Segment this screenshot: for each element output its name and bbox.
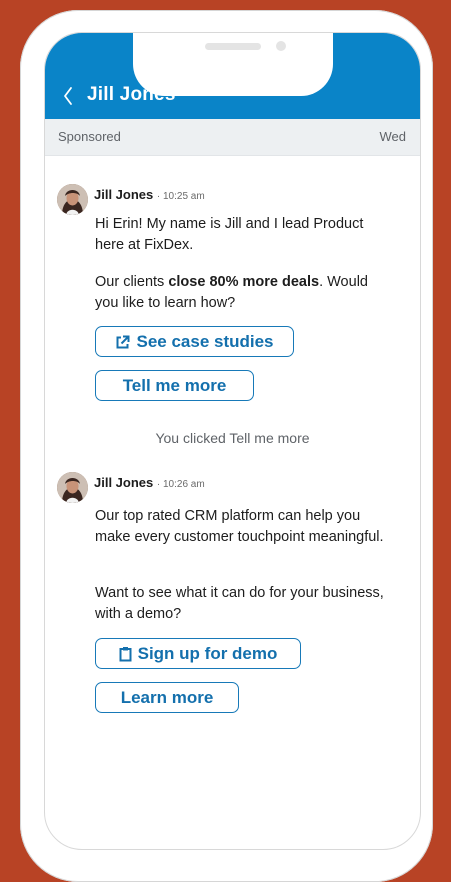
sender-name: Jill Jones [94, 187, 154, 202]
phone-notch [133, 33, 333, 96]
message-time-value: 10:26 am [162, 479, 205, 490]
camera-dot [276, 41, 286, 51]
message-time-value: 10:25 am [162, 191, 205, 202]
button-label: See case studies [136, 332, 274, 351]
sponsored-label: Sponsored [58, 129, 121, 144]
message-time: · 10:26 am [156, 479, 205, 490]
message-paragraph: Our clients close 80% more deals. Would … [95, 272, 395, 314]
button-label: Tell me more [122, 376, 227, 395]
sender-line: Jill Jones · 10:26 am [94, 475, 205, 490]
message-paragraph: Want to see what it can do for your busi… [95, 585, 384, 622]
tell-me-more-button[interactable]: Tell me more [95, 370, 254, 401]
phone-screen: Jill Jones Sponsored Wed Jill Jones · 10… [44, 32, 421, 850]
back-button[interactable] [59, 83, 81, 109]
learn-more-button[interactable]: Learn more [95, 682, 239, 713]
sign-up-for-demo-button[interactable]: Sign up for demo [95, 638, 301, 669]
chevron-left-icon [64, 87, 72, 105]
message-paragraph: Our top rated CRM platform can help you … [95, 508, 384, 545]
system-note: You clicked Tell me more [155, 430, 310, 446]
message-text: Our clients [95, 274, 169, 290]
message-paragraph: Hi Erin! My name is Jill and I lead Prod… [95, 216, 364, 253]
see-case-studies-button[interactable]: See case studies [95, 326, 294, 357]
clipboard-icon [119, 642, 132, 671]
sender-line: Jill Jones · 10:25 am [94, 187, 205, 202]
message-time: · 10:25 am [156, 191, 205, 202]
person-avatar-icon [57, 184, 88, 215]
external-link-icon [115, 330, 130, 359]
speaker-grille [205, 43, 261, 50]
person-avatar-icon [57, 472, 88, 503]
sponsored-bar: Sponsored Wed [45, 119, 420, 156]
date-label: Wed [379, 129, 407, 144]
sender-name: Jill Jones [94, 475, 154, 490]
button-label: Sign up for demo [137, 644, 278, 663]
avatar [57, 184, 88, 215]
message-bold-text: close 80% more deals [168, 274, 320, 290]
avatar [57, 472, 88, 503]
button-label: Learn more [120, 688, 214, 707]
